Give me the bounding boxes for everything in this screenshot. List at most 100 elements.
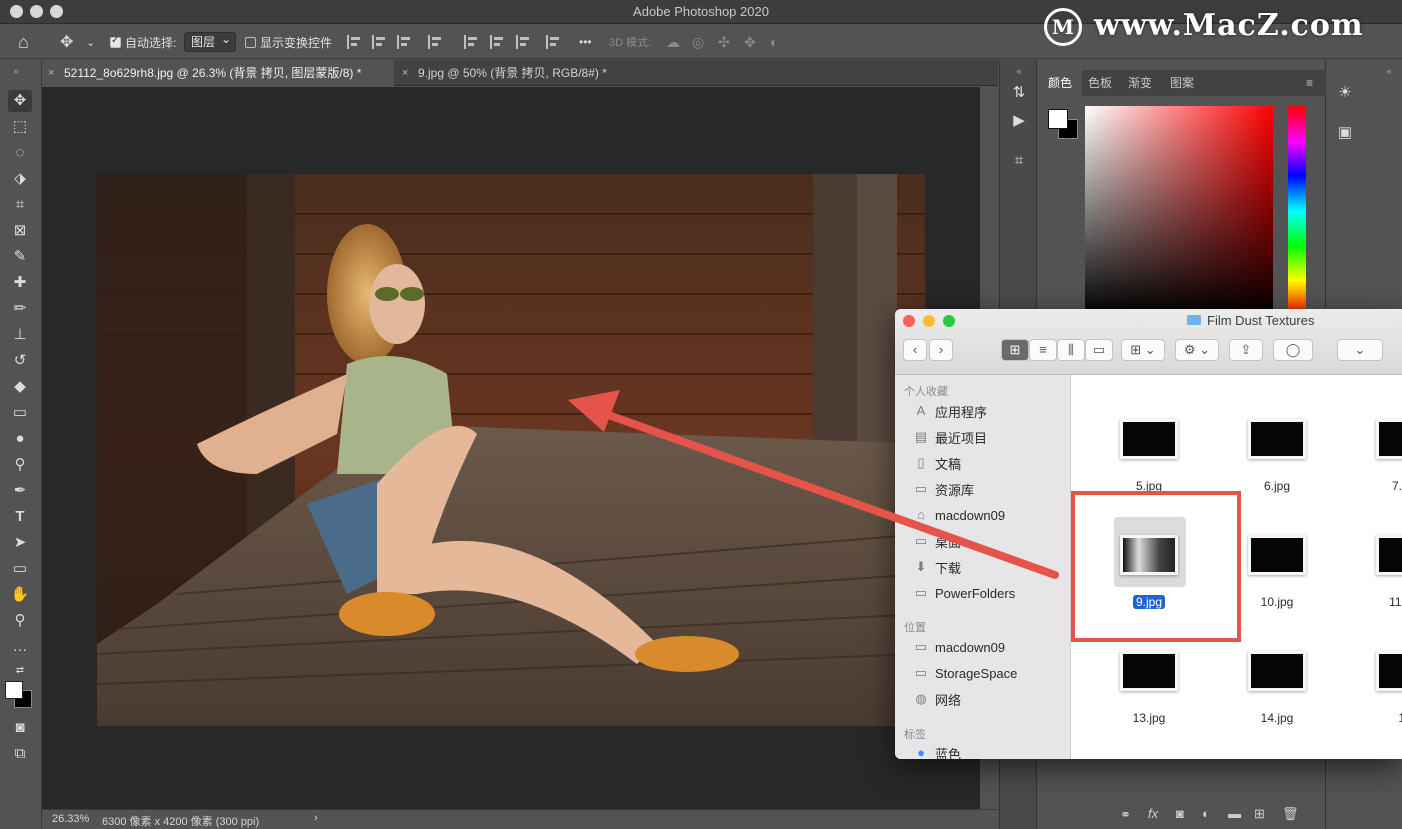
stamp-tool-icon[interactable]: ⊥ [8, 324, 32, 346]
sidebar-item-network[interactable]: ◍ 网络 [913, 689, 961, 709]
file-name-10[interactable]: 10.jpg [1232, 595, 1322, 609]
file-name-7[interactable]: 7.jpg [1360, 479, 1402, 493]
file-thumbnail-13[interactable] [1120, 651, 1178, 691]
document-info[interactable]: 6300 像素 x 4200 像素 (300 ppi) [102, 813, 259, 829]
finder-minimize-button[interactable] [923, 315, 935, 327]
distribute-icon[interactable] [428, 25, 442, 59]
rectangle-tool-icon[interactable]: ▭ [8, 558, 32, 580]
actions-play-icon[interactable]: ▶ [1007, 110, 1031, 132]
align-bottom-icon[interactable] [516, 25, 530, 59]
lasso-tool-icon[interactable]: ◌ [8, 142, 32, 164]
finder-zoom-button[interactable] [943, 315, 955, 327]
history-brush-tool-icon[interactable]: ↺ [8, 350, 32, 372]
distribute-vertical-icon[interactable] [546, 25, 560, 59]
new-layer-icon[interactable]: ⊞ [1254, 806, 1265, 822]
file-thumbnail-7[interactable] [1376, 419, 1402, 459]
auto-select-dropdown[interactable]: 图层 [184, 25, 236, 59]
checkbox-unchecked-icon[interactable] [245, 36, 256, 48]
align-left-icon[interactable] [347, 25, 361, 59]
sidebar-item-home[interactable]: ⌂ macdown09 [913, 505, 1005, 525]
move-tool-icon[interactable]: ✥ [60, 25, 73, 59]
sidebar-item-macdown09[interactable]: ▭ macdown09 [913, 637, 1005, 657]
hue-slider[interactable] [1288, 106, 1306, 316]
close-tab-icon[interactable]: × [402, 60, 408, 86]
chevron-down-icon[interactable]: ⌄ [86, 25, 95, 59]
file-thumbnail-5[interactable] [1120, 419, 1178, 459]
marquee-tool-icon[interactable]: ⬚ [8, 116, 32, 138]
canvas-area[interactable] [42, 87, 980, 809]
file-name-11[interactable]: 11.jpg [1360, 595, 1402, 609]
path-select-tool-icon[interactable]: ➤ [8, 532, 32, 554]
tab-document-1[interactable]: × 52112_8o629rh8.jpg @ 26.3% (背景 拷贝, 图层蒙… [42, 60, 394, 86]
action-gear-button[interactable]: ⚙ ⌄ [1175, 339, 1219, 361]
pen-tool-icon[interactable]: ✒ [8, 480, 32, 502]
show-transform-checkbox[interactable]: 显示变换控件 [245, 25, 332, 59]
zoom-level[interactable]: 26.33% [52, 813, 89, 825]
file-thumbnail-11[interactable] [1376, 535, 1402, 575]
foreground-color-swatch[interactable] [5, 681, 23, 699]
more-tools-icon[interactable]: … [8, 636, 32, 658]
file-name-15[interactable]: 15 [1360, 711, 1402, 725]
tab-color[interactable]: 颜色 [1038, 70, 1083, 96]
gallery-view-button[interactable]: ▭ [1085, 339, 1113, 361]
file-thumbnail-10[interactable] [1248, 535, 1306, 575]
sidebar-item-powerfolders[interactable]: ▭ PowerFolders [913, 583, 1015, 603]
close-tab-icon[interactable]: × [48, 60, 54, 86]
zoom-tool-icon[interactable]: ⚲ [8, 610, 32, 632]
align-center-icon[interactable] [372, 25, 386, 59]
fx-icon[interactable]: fx [1148, 806, 1158, 821]
sidebar-item-documents[interactable]: ▯ 文稿 [913, 453, 961, 473]
swap-colors-icon[interactable]: ⇄ [8, 660, 32, 682]
more-options-button[interactable]: ••• [579, 25, 592, 59]
sidebar-item-downloads[interactable]: ⬇ 下载 [913, 557, 961, 577]
file-name-14[interactable]: 14.jpg [1232, 711, 1322, 725]
sidebar-item-applications[interactable]: A 应用程序 [913, 401, 987, 421]
hand-tool-icon[interactable]: ✋ [8, 584, 32, 606]
panel-menu-icon[interactable]: ≡ [1296, 70, 1323, 96]
chevron-right-icon[interactable]: › [314, 812, 318, 824]
file-name-6[interactable]: 6.jpg [1232, 479, 1322, 493]
share-button[interactable]: ⇪ [1229, 339, 1263, 361]
brush-tool-icon[interactable]: ✏ [8, 298, 32, 320]
column-view-button[interactable]: ⫼ [1057, 339, 1085, 361]
adjustment-layer-icon[interactable]: ◐ [1202, 806, 1210, 821]
eraser-tool-icon[interactable]: ◆ [8, 376, 32, 398]
group-by-button[interactable]: ⊞ ⌄ [1121, 339, 1165, 361]
tab-gradients[interactable]: 渐变 [1118, 70, 1162, 96]
panel-foreground-swatch[interactable] [1048, 109, 1068, 129]
align-right-icon[interactable] [397, 25, 411, 59]
healing-brush-tool-icon[interactable]: ✚ [8, 272, 32, 294]
crop-tool-icon[interactable]: ⌗ [8, 194, 32, 216]
dodge-tool-icon[interactable]: ⚲ [8, 454, 32, 476]
screen-mode-icon[interactable]: ⧉ [8, 743, 32, 765]
sidebar-item-recents[interactable]: ▤ 最近项目 [913, 427, 987, 447]
gradient-tool-icon[interactable]: ▭ [8, 402, 32, 424]
delete-layer-icon[interactable]: 🗑 [1282, 806, 1299, 822]
file-thumbnail-14[interactable] [1248, 651, 1306, 691]
home-icon[interactable]: ⌂ [18, 25, 29, 59]
finder-close-button[interactable] [903, 315, 915, 327]
link-layers-icon[interactable]: ⚭ [1120, 807, 1131, 823]
tab-patterns[interactable]: 图案 [1160, 70, 1204, 96]
auto-select-value[interactable]: 图层 [184, 30, 236, 52]
checkbox-checked-icon[interactable] [110, 35, 121, 48]
file-name-13[interactable]: 13.jpg [1104, 711, 1194, 725]
color-picker-field[interactable] [1085, 106, 1273, 316]
align-middle-icon[interactable] [490, 25, 504, 59]
list-view-button[interactable]: ≡ [1029, 339, 1057, 361]
search-dropdown[interactable]: ⌄ [1337, 339, 1383, 361]
quick-select-tool-icon[interactable]: ⬗ [8, 168, 32, 190]
frame-tool-icon[interactable]: ⊠ [8, 220, 32, 242]
learn-bulb-icon[interactable]: ☀ [1333, 82, 1357, 104]
sidebar-item-storagespace[interactable]: ▭ StorageSpace [913, 663, 1018, 683]
forward-button[interactable]: › [929, 339, 953, 361]
libraries-icon[interactable]: ▣ [1333, 122, 1357, 144]
eyedropper-tool-icon[interactable]: ✎ [8, 246, 32, 268]
auto-select-checkbox[interactable]: 自动选择: [110, 25, 176, 59]
blur-tool-icon[interactable]: ● [8, 428, 32, 450]
file-thumbnail-15[interactable] [1376, 651, 1402, 691]
move-tool-icon[interactable]: ✥ [8, 90, 32, 112]
crop-panel-icon[interactable]: ⌗ [1007, 150, 1031, 172]
icon-view-button[interactable]: ⊞ [1001, 339, 1029, 361]
file-thumbnail-6[interactable] [1248, 419, 1306, 459]
